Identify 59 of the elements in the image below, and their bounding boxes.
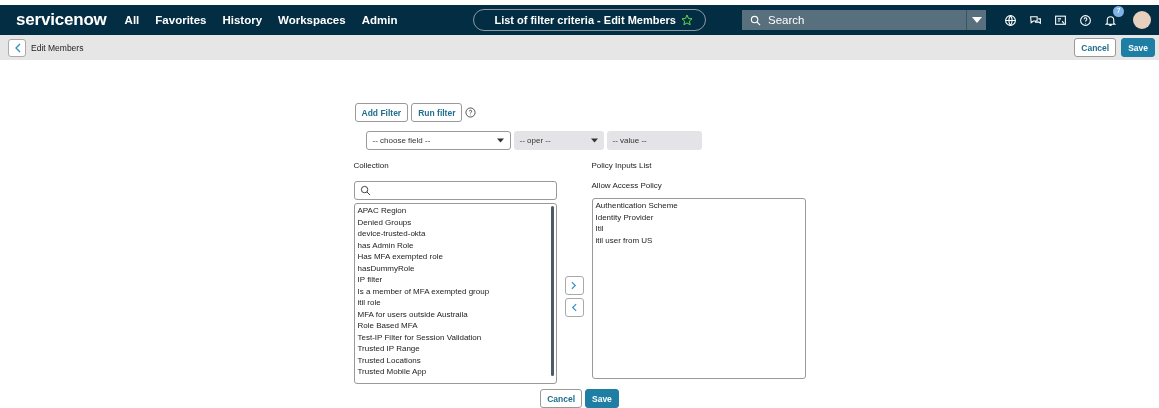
list-option[interactable]: Role Based MFA: [357, 320, 553, 332]
search-icon: [750, 15, 761, 26]
chevron-left-icon: [571, 303, 577, 312]
list-option[interactable]: Has MFA exempted role: [357, 251, 553, 263]
search-field[interactable]: Search: [742, 10, 966, 30]
collection-list[interactable]: [353, 203, 557, 384]
bell-icon[interactable]: [1104, 13, 1117, 27]
list-option[interactable]: device-trusted-okta: [357, 228, 553, 240]
list-option[interactable]: Identity Provider: [595, 211, 802, 223]
list-option[interactable]: Trusted Locations: [357, 354, 553, 366]
policy-inputs-label: Policy Inputs List: [591, 161, 653, 172]
globe-icon[interactable]: [1004, 13, 1017, 27]
list-option[interactable]: Authentication Scheme: [595, 200, 802, 212]
cancel-button[interactable]: Cancel: [540, 389, 582, 408]
list-option[interactable]: itil role: [357, 297, 553, 309]
star-icon[interactable]: [680, 14, 693, 26]
field-select[interactable]: -- choose field --: [365, 131, 511, 150]
add-filter-button[interactable]: Add Filter: [354, 103, 409, 122]
list-option[interactable]: MFA for users outside Austraila: [357, 308, 553, 320]
chat-icon[interactable]: [1029, 13, 1042, 27]
selected-list[interactable]: Authentication Scheme Identity Provider Itil itil user from US: [591, 198, 806, 379]
scrollbar[interactable]: [550, 206, 554, 376]
list-option[interactable]: Trusted IP Range: [357, 343, 553, 355]
list-option[interactable]: has Admin Role: [357, 239, 553, 251]
list-option[interactable]: Denied Groups: [357, 216, 553, 228]
list-option[interactable]: APAC Region: [357, 205, 553, 217]
save-button[interactable]: Save: [1121, 38, 1155, 57]
search-dropdown-button[interactable]: [966, 10, 986, 30]
collection-label: Collection: [353, 161, 390, 172]
caret-icon: [971, 17, 982, 23]
nav-menu-item[interactable]: All: [124, 14, 140, 26]
nav-menu-item[interactable]: History: [222, 14, 263, 26]
chevron-left-icon: [13, 42, 21, 53]
value-field[interactable]: -- value --: [606, 131, 702, 150]
avatar[interactable]: [1133, 11, 1151, 29]
page-title: Edit Members: [31, 42, 84, 53]
run-filter-button[interactable]: Run filter: [411, 103, 463, 122]
back-button[interactable]: [8, 38, 26, 57]
cancel-button[interactable]: Cancel: [1074, 38, 1117, 57]
nav-menu-item[interactable]: Admin: [361, 14, 398, 26]
list-option[interactable]: Is a member of MFA exempted group: [357, 285, 553, 297]
chevron-right-icon: [571, 281, 577, 290]
list-option[interactable]: Trusted Mobile App: [357, 366, 553, 378]
list-option[interactable]: hasDummyRole: [357, 262, 553, 274]
operator-select[interactable]: -- oper --: [513, 131, 604, 150]
caret-icon: [496, 138, 504, 143]
list-option[interactable]: IP filter: [357, 274, 553, 286]
save-button[interactable]: Save: [585, 389, 619, 408]
policy-name: Allow Access Policy: [591, 181, 663, 192]
list-option[interactable]: Test-IP Filter for Session Validation: [357, 331, 553, 343]
screen-icon[interactable]: [1054, 13, 1067, 27]
nav-menu-item[interactable]: Favorites: [155, 14, 207, 26]
list-option[interactable]: Itil: [595, 223, 802, 235]
collection-search-field[interactable]: [353, 181, 557, 200]
list-option[interactable]: itil user from US: [595, 234, 802, 246]
logo-text[interactable]: servicenow: [16, 10, 107, 30]
caret-icon: [590, 138, 598, 143]
search-icon: [359, 185, 371, 196]
nav-menu-item[interactable]: Workspaces: [278, 14, 346, 26]
